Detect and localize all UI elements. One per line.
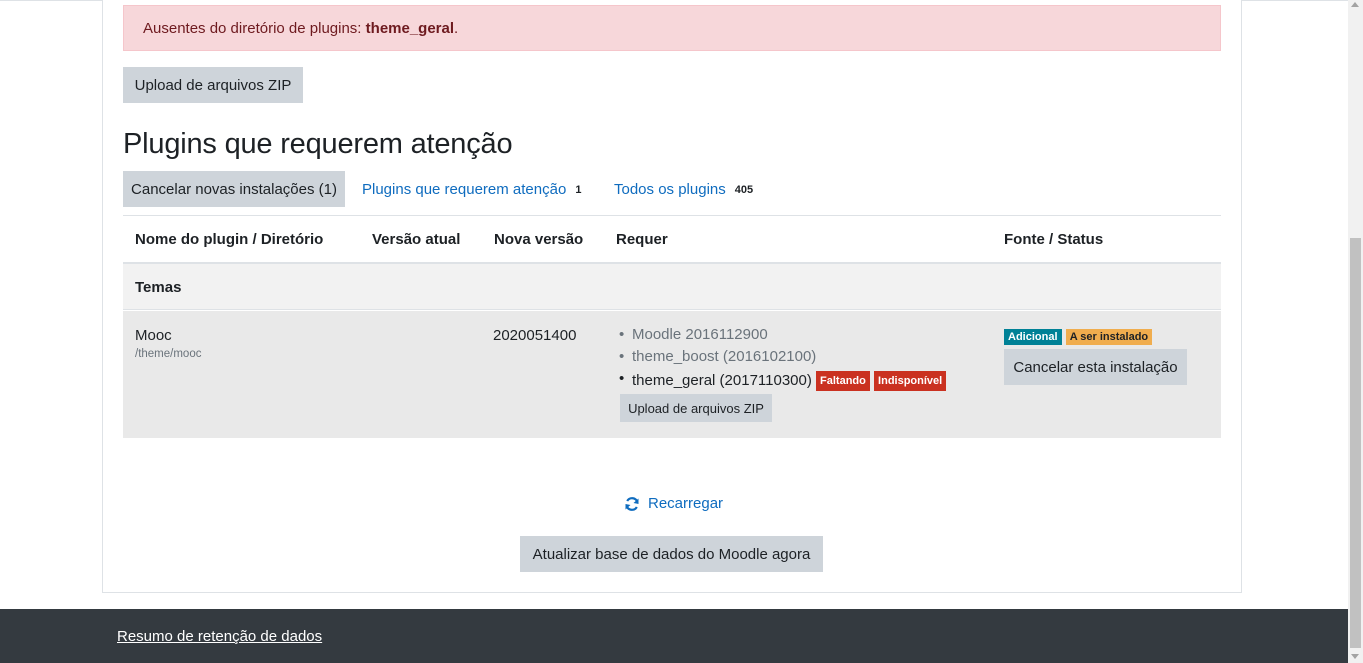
table-top-border bbox=[123, 215, 1221, 216]
nav-plugins-attention[interactable]: Plugins que requerem atenção 1 bbox=[362, 181, 587, 198]
requirements-list: Moodle 2016112900 theme_boost (201610210… bbox=[619, 326, 947, 393]
alert-text: Ausentes do diretório de plugins: bbox=[143, 20, 366, 37]
requirement-text: theme_boost (2016102100) bbox=[632, 348, 817, 365]
to-be-installed-badge: A ser instalado bbox=[1065, 329, 1153, 345]
page-footer: Resumo de retenção de dados bbox=[0, 609, 1348, 663]
cancel-this-install-button[interactable]: Cancelar esta instalação bbox=[1004, 349, 1187, 385]
missing-badge: Faltando bbox=[816, 371, 870, 391]
scroll-thumb[interactable] bbox=[1350, 238, 1361, 648]
alert-suffix: . bbox=[454, 20, 459, 37]
plugin-directory: /theme/mooc bbox=[135, 348, 202, 360]
scroll-up-arrow-icon[interactable] bbox=[1351, 2, 1359, 7]
plugin-new-version: 2020051400 bbox=[493, 327, 577, 344]
requirement-item: theme_boost (2016102100) bbox=[619, 348, 946, 371]
data-retention-link[interactable]: Resumo de retenção de dados bbox=[117, 628, 322, 645]
page-title: Plugins que requerem atenção bbox=[123, 128, 513, 160]
requirement-item: theme_geral (2017110300) Faltando Indisp… bbox=[619, 371, 947, 393]
table-row: Mooc /theme/mooc 2020051400 Moodle 20161… bbox=[123, 311, 1221, 438]
header-source-status: Fonte / Status bbox=[1004, 231, 1104, 248]
header-requires: Requer bbox=[616, 231, 668, 248]
requirement-text: Moodle 2016112900 bbox=[632, 326, 768, 343]
upload-zip-button[interactable]: Upload de arquivos ZIP bbox=[123, 67, 303, 103]
plugin-name: Mooc bbox=[135, 327, 172, 344]
header-current-version: Versão atual bbox=[372, 231, 461, 248]
reload-link[interactable]: Recarregar bbox=[624, 495, 723, 512]
requirement-item: Moodle 2016112900 bbox=[619, 326, 946, 349]
status-tags: Adicional A ser instalado bbox=[1004, 328, 1153, 345]
unavailable-badge: Indisponível bbox=[874, 371, 947, 391]
group-label: Temas bbox=[135, 279, 182, 296]
table-group-row: Temas bbox=[123, 264, 1221, 310]
header-new-version: Nova versão bbox=[494, 231, 584, 248]
missing-plugins-alert: Ausentes do diretório de plugins: theme_… bbox=[123, 5, 1221, 51]
attention-count-badge: 1 bbox=[570, 183, 587, 197]
additional-badge: Adicional bbox=[1004, 329, 1062, 345]
upload-zip-requirement-button[interactable]: Upload de arquivos ZIP bbox=[620, 394, 772, 422]
nav-all-plugins[interactable]: Todos os plugins 405 bbox=[614, 181, 759, 198]
vertical-scrollbar[interactable] bbox=[1348, 0, 1363, 663]
refresh-icon bbox=[625, 496, 639, 511]
cancel-new-installs-button[interactable]: Cancelar novas instalações (1) bbox=[123, 171, 345, 207]
scroll-down-arrow-icon[interactable] bbox=[1351, 654, 1359, 659]
update-database-button[interactable]: Atualizar base de dados do Moodle agora bbox=[520, 536, 823, 572]
alert-plugin-name: theme_geral bbox=[365, 20, 455, 37]
header-plugin-name: Nome do plugin / Diretório bbox=[135, 231, 324, 248]
all-count-badge: 405 bbox=[729, 183, 759, 197]
nav-all-label: Todos os plugins bbox=[614, 181, 726, 198]
nav-attention-label: Plugins que requerem atenção bbox=[362, 181, 567, 198]
requirement-text: theme_geral (2017110300) bbox=[632, 372, 812, 389]
reload-label: Recarregar bbox=[648, 495, 724, 512]
